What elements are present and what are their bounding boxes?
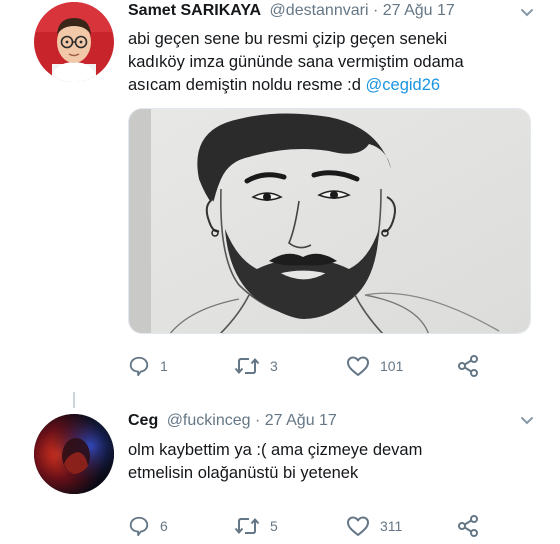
tweet-time[interactable]: · 27 Ağu 17 <box>373 2 455 19</box>
tweet-time[interactable]: · 27 Ağu 17 <box>255 412 337 429</box>
tweet-header: Ceg @fuckinceg · 27 Ağu 17 <box>128 412 337 430</box>
reply-count: 6 <box>160 518 168 534</box>
speech-bubble-icon <box>129 516 149 537</box>
heart-icon <box>347 356 369 376</box>
tweet-reply[interactable]: Ceg @fuckinceg · 27 Ağu 17 olm kaybettim… <box>0 392 560 544</box>
retweet-arrows-icon <box>234 357 260 375</box>
tweet-header: Samet SARIKAYA @destannvari · 27 Ağu 17 <box>128 2 455 20</box>
share-button[interactable] <box>456 513 480 539</box>
reply-button[interactable]: 6 <box>128 513 168 539</box>
avatar[interactable] <box>34 2 114 82</box>
tweet-text-line: olm kaybettim ya :( ama çizmeye devam <box>128 441 423 459</box>
share-nodes-icon <box>458 515 478 537</box>
tweet-text: abi geçen sene bu resmi çizip geçen sene… <box>128 28 528 97</box>
tweet-actions: 6 5 311 <box>128 513 528 539</box>
author-handle[interactable]: @fuckinceg <box>167 412 251 429</box>
tweet-text-line: abi geçen sene bu resmi çizip geçen sene… <box>128 30 448 48</box>
retweet-button[interactable]: 5 <box>234 513 278 539</box>
author-handle[interactable]: @destannvari <box>270 2 369 19</box>
tweet-text-line: kadıköy imza gününde sana vermiştim odam… <box>128 53 464 71</box>
share-button[interactable] <box>456 353 480 379</box>
pencil-drawing-image <box>129 109 530 333</box>
heart-icon <box>347 516 369 536</box>
retweet-button[interactable]: 3 <box>234 353 278 379</box>
like-count: 101 <box>380 358 404 374</box>
tweet-actions: 1 3 101 <box>128 353 528 379</box>
author-name[interactable]: Samet SARIKAYA <box>128 2 261 19</box>
avatar[interactable] <box>34 414 114 494</box>
chevron-down-icon[interactable] <box>520 8 534 18</box>
tweet-original[interactable]: Samet SARIKAYA @destannvari · 27 Ağu 17 … <box>0 0 560 392</box>
share-nodes-icon <box>458 355 478 377</box>
avatar-dark-photo <box>34 414 114 494</box>
like-button[interactable]: 311 <box>346 513 402 539</box>
tweet-text: olm kaybettim ya :( ama çizmeye devam et… <box>128 439 528 485</box>
thread-connector <box>73 392 75 408</box>
speech-bubble-icon <box>129 356 149 377</box>
chevron-down-icon[interactable] <box>520 416 534 426</box>
like-button[interactable]: 101 <box>346 353 403 379</box>
retweet-count: 5 <box>270 518 278 534</box>
tweet-text-segment: asıcam demiştin noldu resme :d <box>128 76 361 94</box>
tweet-text-line: asıcam demiştin noldu resme :d @cegid26 <box>128 74 528 97</box>
author-name[interactable]: Ceg <box>128 412 158 429</box>
mention-link[interactable]: @cegid26 <box>366 76 441 94</box>
tweet-text-line: etmelisin olağanüstü bi yetenek <box>128 464 359 482</box>
reply-count: 1 <box>160 358 168 374</box>
avatar-boy-photo <box>34 2 114 82</box>
tweet-media-drawing[interactable] <box>128 108 531 334</box>
retweet-count: 3 <box>270 358 278 374</box>
like-count: 311 <box>380 518 403 534</box>
reply-button[interactable]: 1 <box>128 353 168 379</box>
retweet-arrows-icon <box>234 517 260 535</box>
